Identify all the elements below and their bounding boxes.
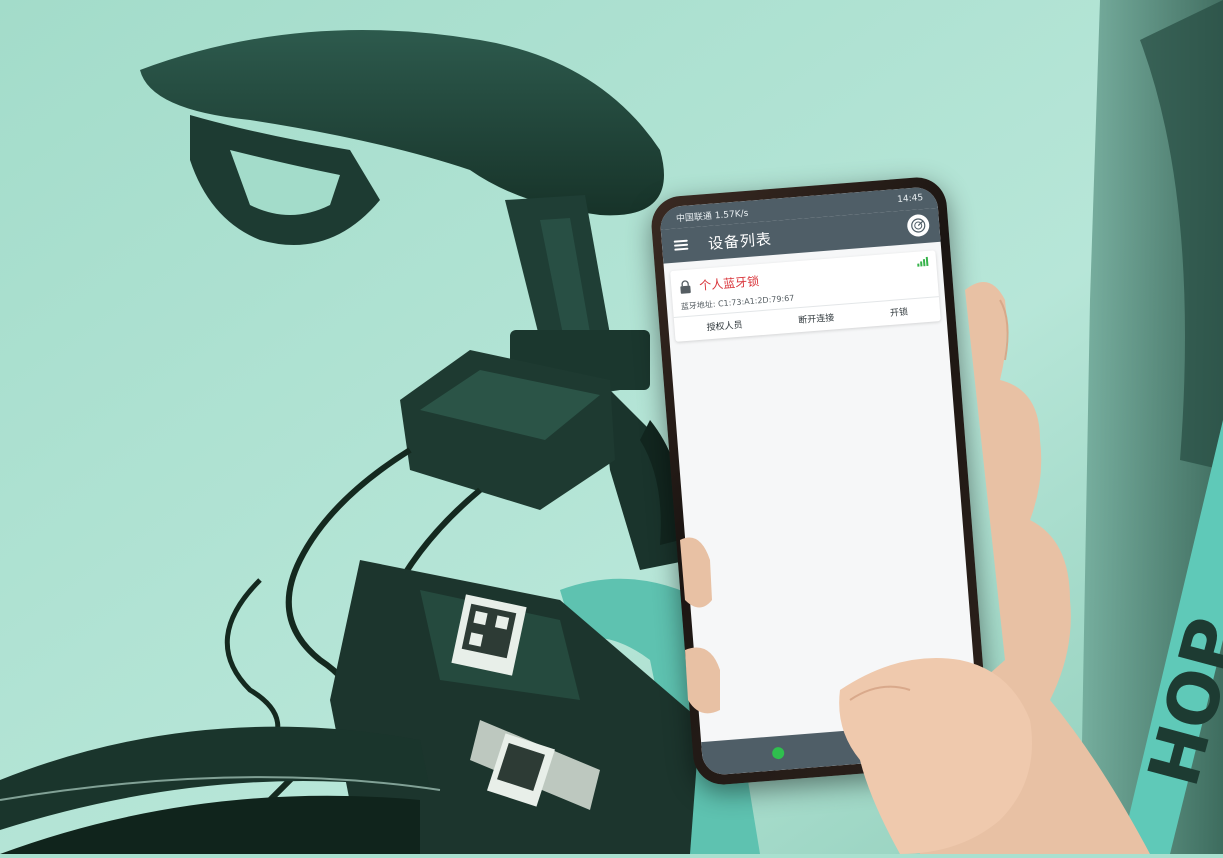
signal-strength-icon	[917, 256, 929, 267]
unlock-button[interactable]: 开锁	[889, 305, 909, 319]
device-name: 个人蓝牙锁	[698, 274, 760, 293]
lock-icon	[680, 279, 691, 294]
authorize-users-button[interactable]: 授权人员	[706, 318, 743, 334]
radar-icon[interactable]	[906, 213, 931, 238]
page-title: 设备列表	[707, 229, 773, 253]
user-tab-label[interactable]: 用户	[943, 732, 962, 746]
bike-illustration: HOP	[0, 0, 1223, 854]
phone-screen: 中国联通 1.57K/s 14:45 设备列表 个人蓝牙锁 蓝牙地址: C1:7…	[659, 185, 981, 777]
disconnect-button[interactable]: 断开连接	[798, 310, 835, 326]
carrier-text: 中国联通	[675, 211, 713, 224]
status-left: 中国联通 1.57K/s	[675, 205, 749, 224]
devices-tab-icon[interactable]	[771, 746, 785, 760]
bike-photo-scene: HOP	[0, 0, 1223, 854]
smartphone: 中国联通 1.57K/s 14:45 设备列表 个人蓝牙锁 蓝牙地址: C1:7…	[649, 175, 991, 787]
clock-text: 14:45	[896, 193, 924, 206]
network-speed: 1.57K/s	[714, 208, 749, 221]
device-list-empty-area	[670, 321, 979, 743]
menu-icon[interactable]	[673, 239, 689, 251]
